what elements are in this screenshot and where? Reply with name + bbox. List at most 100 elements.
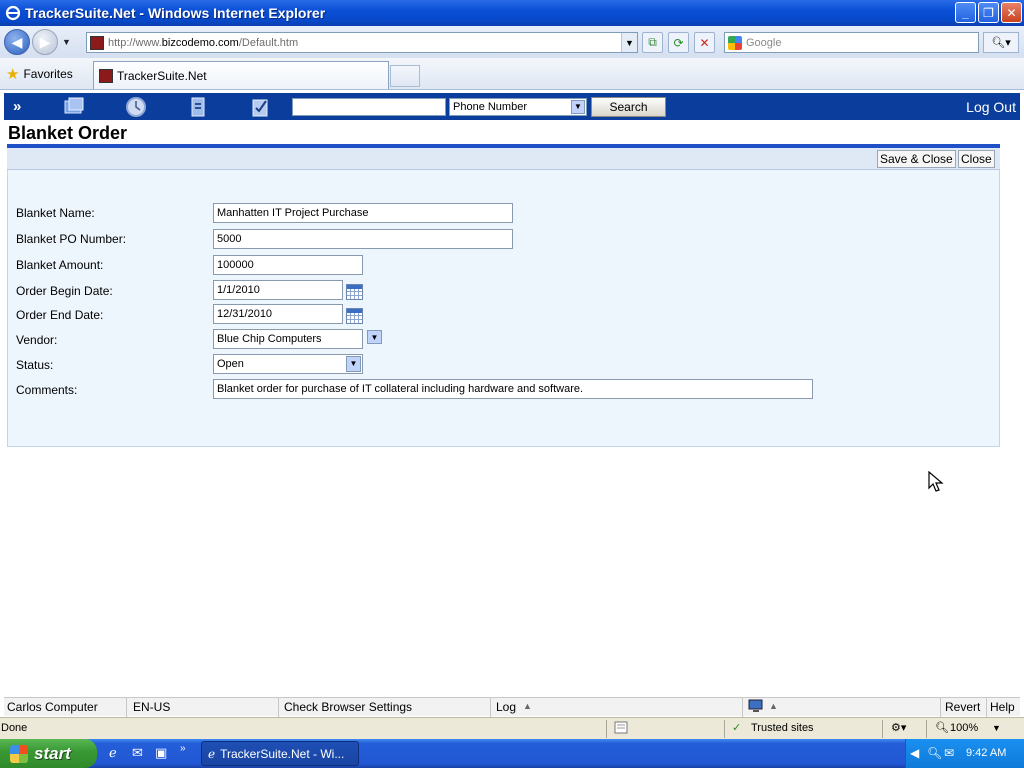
tray-mail-icon[interactable]: ✉ — [944, 746, 954, 760]
arrow-right-icon: ▶ — [39, 33, 51, 50]
blanket-po-input[interactable]: 5000 — [213, 229, 513, 249]
quicklaunch-more-icon[interactable]: » — [180, 743, 186, 754]
refresh-records-icon[interactable] — [185, 96, 211, 118]
maximize-button[interactable]: ❐ — [978, 2, 999, 23]
checkmark-icon: ✓ — [732, 722, 742, 734]
revert-link[interactable]: Revert — [945, 700, 980, 714]
app-toolbar: » Phone Number ▼ Search Log Out — [4, 93, 1020, 120]
comments-label: Comments: — [16, 383, 78, 397]
blanket-po-label: Blanket PO Number: — [16, 232, 127, 246]
compat-icon: ⧉ — [648, 35, 657, 49]
start-button[interactable]: start — [0, 739, 97, 768]
history-dropdown-icon[interactable]: ▼ — [62, 37, 71, 47]
logout-link[interactable]: Log Out — [966, 99, 1016, 115]
mouse-cursor-icon — [928, 471, 944, 492]
window-title-bar: TrackerSuite.Net - Windows Internet Expl… — [0, 0, 1024, 26]
contacts-icon[interactable] — [61, 96, 87, 118]
window-title: TrackerSuite.Net - Windows Internet Expl… — [25, 5, 326, 21]
locale: EN-US — [133, 700, 171, 714]
current-user: Carlos Computer — [7, 700, 98, 714]
arrow-left-icon: ◀ — [11, 33, 23, 50]
save-close-button[interactable]: Save & Close — [877, 150, 956, 168]
address-input[interactable]: http://www.bizcodemo.com/Default.htm ▼ — [86, 32, 638, 53]
minimize-button[interactable]: _ — [955, 2, 976, 23]
tab-favicon-icon — [99, 68, 113, 83]
status-label: Status: — [16, 358, 54, 372]
tasks-checklist-icon[interactable] — [247, 96, 273, 118]
ie-icon — [5, 5, 21, 21]
browser-tab-trackersuite[interactable]: TrackerSuite.Net — [93, 61, 389, 89]
favorites-button[interactable]: ★ Favorites — [6, 65, 73, 83]
comments-input[interactable]: Blanket order for purchase of IT collate… — [213, 379, 813, 399]
quicklaunch-outlook-icon[interactable]: ✉ — [132, 745, 143, 761]
stop-button[interactable]: ✕ — [694, 32, 715, 53]
browser-status-bar: Done ✓ Trusted sites ⚙︎▾ 🔍︎ 100% ▼ — [0, 717, 1024, 739]
chevron-up-icon[interactable]: ▲ — [769, 701, 778, 711]
page-icon — [614, 721, 628, 737]
quicklaunch-ie-icon[interactable]: ℯ — [109, 745, 117, 761]
clock-icon[interactable] — [123, 96, 149, 118]
check-browser-settings-link[interactable]: Check Browser Settings — [284, 700, 412, 714]
tab-title: TrackerSuite.Net — [117, 68, 207, 83]
app-footer: Carlos Computer EN-US Check Browser Sett… — [4, 697, 1020, 717]
quicklaunch-app-icon[interactable]: ▣ — [155, 745, 167, 761]
stop-icon: ✕ — [699, 35, 710, 50]
vendor-dropdown-icon[interactable]: ▼ — [367, 330, 382, 344]
zoom-level[interactable]: 100% — [950, 722, 978, 734]
refresh-button[interactable]: ⟳ — [668, 32, 689, 53]
start-label: start — [34, 743, 71, 763]
address-dropdown-icon[interactable]: ▼ — [621, 33, 637, 52]
taskbar-ie-window[interactable]: ℯ TrackerSuite.Net - Wi... — [201, 741, 359, 766]
address-url: http://www.bizcodemo.com/Default.htm — [108, 36, 299, 49]
favorites-bar: ★ Favorites TrackerSuite.Net — [0, 58, 1024, 90]
close-button[interactable]: Close — [958, 150, 995, 168]
help-link[interactable]: Help — [990, 700, 1015, 714]
page-status: Done — [1, 722, 28, 734]
quick-search-input[interactable] — [292, 98, 446, 116]
vendor-input[interactable]: Blue Chip Computers — [213, 329, 363, 349]
chevron-down-icon: ▼ — [571, 100, 585, 114]
tray-search-icon[interactable]: 🔍︎ — [927, 746, 942, 760]
order-end-date-label: Order End Date: — [16, 308, 104, 322]
compatibility-view-button[interactable]: ⧉ — [642, 32, 663, 53]
browser-search-input[interactable]: Google — [724, 32, 979, 53]
site-favicon-icon — [90, 35, 104, 50]
zoom-icon: 🔍︎ — [935, 722, 949, 734]
expand-menu-icon[interactable]: » — [13, 98, 35, 115]
tray-chevron-icon[interactable]: ◀ — [910, 746, 919, 760]
browser-search-button[interactable]: 🔍︎▾ — [983, 32, 1019, 53]
zoom-dropdown-icon[interactable]: ▼ — [992, 723, 1001, 733]
forward-button[interactable]: ▶ — [32, 29, 58, 55]
new-tab-button[interactable] — [390, 65, 420, 87]
action-bar: Save & Close Close — [7, 148, 1000, 170]
security-zone[interactable]: Trusted sites — [751, 722, 814, 734]
blanket-name-label: Blanket Name: — [16, 206, 95, 220]
close-window-button[interactable]: ✕ — [1001, 2, 1022, 23]
monitor-icon[interactable] — [748, 699, 764, 716]
windows-taskbar: start ℯ ✉ ▣ » ℯ TrackerSuite.Net - Wi...… — [0, 739, 1024, 768]
order-begin-date-input[interactable]: 1/1/2010 — [213, 280, 343, 300]
chevron-down-icon: ▼ — [346, 356, 361, 372]
magnifier-icon: 🔍︎▾ — [991, 37, 1011, 49]
refresh-icon: ⟳ — [673, 35, 684, 50]
search-button[interactable]: Search — [591, 97, 666, 117]
vendor-label: Vendor: — [16, 333, 58, 347]
search-placeholder: Google — [746, 36, 782, 49]
calendar-icon[interactable] — [346, 284, 363, 300]
log-link[interactable]: Log — [496, 700, 516, 714]
task-title: TrackerSuite.Net - Wi... — [220, 746, 345, 761]
taskbar-clock: 9:42 AM — [966, 747, 1007, 759]
order-end-date-input[interactable]: 12/31/2010 — [213, 304, 343, 324]
blanket-name-input[interactable]: Manhatten IT Project Purchase — [213, 203, 513, 223]
blanket-amount-input[interactable]: 100000 — [213, 255, 363, 275]
calendar-icon[interactable] — [346, 308, 363, 324]
search-field-select[interactable]: Phone Number ▼ — [449, 98, 587, 116]
chevron-up-icon[interactable]: ▲ — [523, 701, 532, 711]
back-button[interactable]: ◀ — [4, 29, 30, 55]
windows-logo-icon — [10, 744, 28, 763]
status-select[interactable]: Open ▼ — [213, 354, 363, 374]
protected-mode-icon[interactable]: ⚙︎▾ — [891, 721, 906, 734]
page-title: Blanket Order — [8, 123, 128, 143]
order-begin-date-label: Order Begin Date: — [16, 284, 113, 298]
search-field-value: Phone Number — [453, 101, 527, 113]
